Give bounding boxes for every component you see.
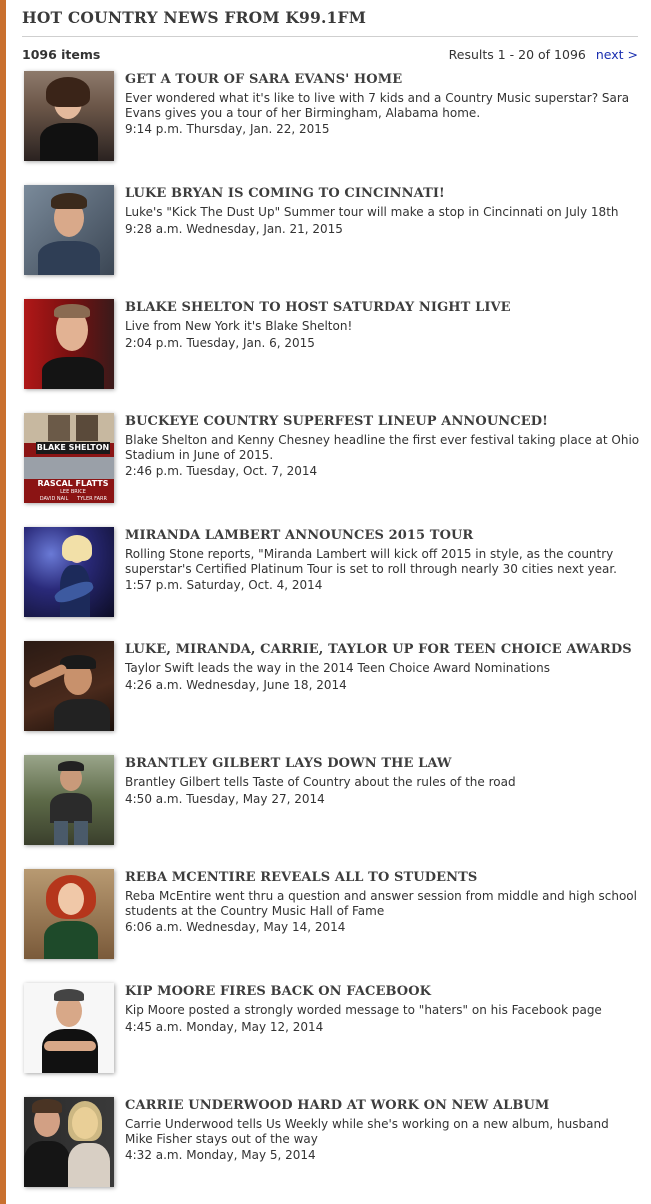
news-thumbnail[interactable]: [24, 299, 114, 389]
news-item: CARRIE UNDERWOOD HARD AT WORK ON NEW ALB…: [22, 1097, 638, 1197]
news-summary: Blake Shelton and Kenny Chesney headline…: [125, 433, 640, 462]
news-date: 9:14 p.m. Thursday, Jan. 22, 2015: [125, 122, 330, 136]
results-bar: 1096 items Results 1 - 20 of 1096 next >: [22, 37, 638, 71]
news-date: 4:32 a.m. Monday, May 5, 2014: [125, 1148, 316, 1162]
news-text: MIRANDA LAMBERT ANNOUNCES 2015 TOUR Roll…: [125, 527, 640, 593]
poster-act: TYLER FARR: [77, 496, 107, 502]
poster-act: RASCAL FLATTS: [37, 479, 109, 488]
news-headline[interactable]: GET A TOUR OF SARA EVANS' HOME: [125, 71, 640, 88]
news-text: GET A TOUR OF SARA EVANS' HOME Ever wond…: [125, 71, 640, 137]
news-date: 2:46 p.m. Tuesday, Oct. 7, 2014: [125, 464, 318, 478]
news-date: 4:45 a.m. Monday, May 12, 2014: [125, 1019, 324, 1034]
news-summary: Reba McEntire went thru a question and a…: [125, 889, 637, 918]
news-text: CARRIE UNDERWOOD HARD AT WORK ON NEW ALB…: [125, 1097, 640, 1163]
news-text: REBA MCENTIRE REVEALS ALL TO STUDENTS Re…: [125, 869, 640, 935]
news-thumbnail[interactable]: [24, 185, 114, 275]
news-date: 4:26 a.m. Wednesday, June 18, 2014: [125, 677, 347, 692]
news-summary: Taylor Swift leads the way in the 2014 T…: [125, 661, 550, 675]
news-thumbnail[interactable]: [24, 983, 114, 1073]
news-item: BLAKE SHELTON TO HOST SATURDAY NIGHT LIV…: [22, 299, 638, 399]
news-item: BLAKE SHELTON RASCAL FLATTS LEE BRICE DA…: [22, 413, 640, 513]
news-summary: Brantley Gilbert tells Taste of Country …: [125, 775, 516, 789]
results-range: Results 1 - 20 of 1096 next >: [449, 47, 638, 62]
news-headline[interactable]: MIRANDA LAMBERT ANNOUNCES 2015 TOUR: [125, 527, 640, 544]
news-text: BRANTLEY GILBERT LAYS DOWN THE LAW Brant…: [125, 755, 640, 806]
results-text: Results 1 - 20 of 1096: [448, 47, 586, 62]
news-item: MIRANDA LAMBERT ANNOUNCES 2015 TOUR Roll…: [22, 527, 638, 627]
news-headline[interactable]: KIP MOORE FIRES BACK ON FACEBOOK: [125, 983, 640, 1000]
news-thumbnail[interactable]: [24, 71, 114, 161]
news-headline[interactable]: LUKE BRYAN IS COMING TO CINCINNATI!: [125, 185, 640, 202]
news-item: LUKE, MIRANDA, CARRIE, TAYLOR UP FOR TEE…: [22, 641, 638, 741]
news-item: KIP MOORE FIRES BACK ON FACEBOOK Kip Moo…: [22, 983, 638, 1083]
news-text: KIP MOORE FIRES BACK ON FACEBOOK Kip Moo…: [125, 983, 640, 1034]
news-thumbnail[interactable]: [24, 641, 114, 731]
news-thumbnail[interactable]: [24, 1097, 114, 1187]
news-summary: Rolling Stone reports, "Miranda Lambert …: [125, 547, 617, 576]
left-accent-border: [0, 0, 6, 1204]
news-text: BUCKEYE COUNTRY SUPERFEST LINEUP ANNOUNC…: [125, 413, 640, 479]
news-summary: Ever wondered what it's like to live wit…: [125, 91, 630, 120]
news-item: LUKE BRYAN IS COMING TO CINCINNATI! Luke…: [22, 185, 638, 285]
news-date: 2:04 p.m. Tuesday, Jan. 6, 2015: [125, 335, 315, 350]
news-text: LUKE, MIRANDA, CARRIE, TAYLOR UP FOR TEE…: [125, 641, 640, 692]
news-text: LUKE BRYAN IS COMING TO CINCINNATI! Luke…: [125, 185, 640, 236]
news-date: 6:06 a.m. Wednesday, May 14, 2014: [125, 920, 346, 934]
next-page-link[interactable]: next >: [596, 47, 638, 62]
poster-act: LEE BRICE: [60, 489, 86, 495]
news-thumbnail[interactable]: BLAKE SHELTON RASCAL FLATTS LEE BRICE DA…: [24, 413, 114, 503]
news-headline[interactable]: CARRIE UNDERWOOD HARD AT WORK ON NEW ALB…: [125, 1097, 640, 1114]
news-date: 4:50 a.m. Tuesday, May 27, 2014: [125, 791, 325, 806]
news-summary: Kip Moore posted a strongly worded messa…: [125, 1003, 602, 1017]
item-count: 1096 items: [22, 47, 101, 62]
section-title: HOT COUNTRY NEWS FROM K99.1FM: [22, 8, 367, 27]
news-thumbnail[interactable]: [24, 755, 114, 845]
news-headline[interactable]: REBA MCENTIRE REVEALS ALL TO STUDENTS: [125, 869, 640, 886]
news-thumbnail[interactable]: [24, 869, 114, 959]
news-thumbnail[interactable]: [24, 527, 114, 617]
news-date: 9:28 a.m. Wednesday, Jan. 21, 2015: [125, 221, 343, 236]
news-item: BRANTLEY GILBERT LAYS DOWN THE LAW Brant…: [22, 755, 638, 855]
news-text: BLAKE SHELTON TO HOST SATURDAY NIGHT LIV…: [125, 299, 640, 350]
poster-headliner: BLAKE SHELTON: [36, 442, 110, 454]
news-summary: Live from New York it's Blake Shelton!: [125, 319, 353, 333]
news-summary: Luke's "Kick The Dust Up" Summer tour wi…: [125, 205, 619, 219]
news-headline[interactable]: BRANTLEY GILBERT LAYS DOWN THE LAW: [125, 755, 640, 772]
news-headline[interactable]: LUKE, MIRANDA, CARRIE, TAYLOR UP FOR TEE…: [125, 641, 640, 658]
news-list-section: HOT COUNTRY NEWS FROM K99.1FM 1096 items…: [22, 0, 639, 1187]
news-summary: Carrie Underwood tells Us Weekly while s…: [125, 1117, 609, 1146]
news-date: 1:57 p.m. Saturday, Oct. 4, 2014: [125, 578, 323, 592]
news-headline[interactable]: BUCKEYE COUNTRY SUPERFEST LINEUP ANNOUNC…: [125, 413, 640, 430]
news-item: GET A TOUR OF SARA EVANS' HOME Ever wond…: [22, 71, 638, 171]
news-headline[interactable]: BLAKE SHELTON TO HOST SATURDAY NIGHT LIV…: [125, 299, 640, 316]
news-item: REBA MCENTIRE REVEALS ALL TO STUDENTS Re…: [22, 869, 638, 969]
poster-act: DAVID NAIL: [39, 496, 69, 502]
